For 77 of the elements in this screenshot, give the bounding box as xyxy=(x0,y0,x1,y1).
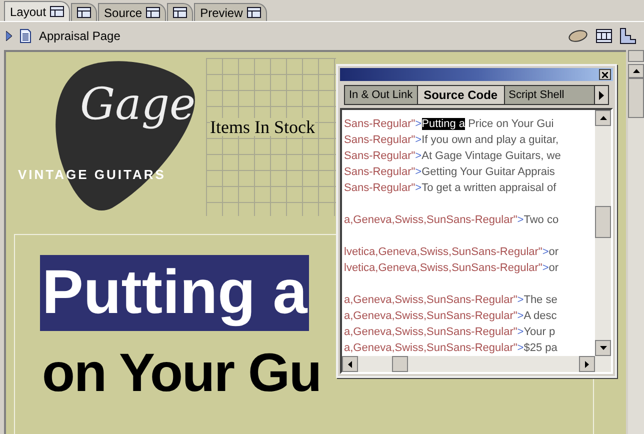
attribute-text: Sans-Regular" xyxy=(344,118,416,130)
view-icon xyxy=(50,6,64,17)
view-tab[interactable]: Preview xyxy=(194,3,267,21)
tag-bracket: > xyxy=(517,310,524,322)
selected-text: Putting a xyxy=(422,118,466,130)
view-icon xyxy=(246,7,261,18)
view-tab[interactable]: Layout xyxy=(4,1,70,21)
view-tab[interactable] xyxy=(71,3,98,21)
view-icon xyxy=(77,7,92,18)
tag-bracket: > xyxy=(517,342,524,354)
vertical-scrollbar[interactable] xyxy=(628,50,644,434)
content-text: Price on Your Gui xyxy=(467,118,554,130)
palette-tab[interactable]: In & Out Link xyxy=(345,86,417,104)
up-arrow-icon[interactable] xyxy=(600,116,606,120)
expand-triangle-icon[interactable] xyxy=(6,31,12,41)
stair-chart-icon[interactable] xyxy=(620,28,636,44)
attribute-text: Sans-Regular" xyxy=(344,166,416,178)
tag-bracket: > xyxy=(415,182,422,194)
table-grid-icon[interactable] xyxy=(596,29,612,43)
content-text: or xyxy=(548,262,559,274)
content-text: Getting Your Guitar Apprais xyxy=(422,166,555,178)
content-text: Two co xyxy=(524,214,559,226)
code-horizontal-scrollbar[interactable] xyxy=(342,356,611,372)
attribute-text: lvetica,Geneva,Swiss,SunSans-Regular" xyxy=(344,262,542,274)
palette-title-bar[interactable] xyxy=(340,68,613,81)
tag-bracket: > xyxy=(415,134,422,146)
close-icon xyxy=(602,72,608,78)
attribute-text: Sans-Regular" xyxy=(344,182,416,194)
headline-text: Putting a xyxy=(40,255,310,331)
tag-bracket: > xyxy=(517,294,524,306)
content-text: or xyxy=(548,246,559,258)
attribute-text: lvetica,Geneva,Swiss,SunSans-Regular" xyxy=(344,246,542,258)
scroll-thumb[interactable] xyxy=(392,356,408,372)
content-text: The se xyxy=(524,294,558,306)
palette-tab[interactable]: Source Code xyxy=(416,86,505,104)
view-icon xyxy=(146,7,160,18)
page-icon xyxy=(20,29,31,43)
content-text: A desc xyxy=(524,310,557,322)
right-arrow-icon xyxy=(599,90,604,100)
up-arrow-icon[interactable] xyxy=(632,69,640,73)
view-tab[interactable]: Source xyxy=(98,3,166,21)
page-title: Appraisal Page xyxy=(39,28,120,45)
tab-scroll-button[interactable] xyxy=(594,86,608,104)
palette-tab[interactable]: Script Shell xyxy=(504,86,568,104)
attribute-text: Sans-Regular" xyxy=(344,134,416,146)
scroll-thumb[interactable] xyxy=(595,206,611,238)
content-text: To get a written appraisal of xyxy=(422,182,556,194)
close-button[interactable] xyxy=(599,69,611,80)
content-text: At Gage Vintage Guitars, we xyxy=(422,150,561,162)
attribute-text: a,Geneva,Swiss,SunSans-Regular" xyxy=(344,214,518,226)
lozenge-icon[interactable] xyxy=(568,30,588,42)
view-icon xyxy=(173,7,188,18)
right-arrow-icon[interactable] xyxy=(585,360,589,368)
attribute-text: a,Geneva,Swiss,SunSans-Regular" xyxy=(344,342,518,354)
tag-bracket: > xyxy=(415,166,422,178)
tag-bracket: > xyxy=(415,118,422,130)
code-vertical-scrollbar[interactable] xyxy=(595,110,611,356)
content-text: If you own and play a guitar, xyxy=(422,134,559,146)
scroll-thumb[interactable] xyxy=(628,78,644,118)
nav-heading[interactable]: Items In Stock xyxy=(210,118,315,136)
content-text: Your p xyxy=(524,326,556,338)
down-arrow-icon[interactable] xyxy=(600,346,606,350)
view-tab[interactable] xyxy=(167,3,194,21)
logo-script-text: Gage xyxy=(80,83,196,127)
attribute-text: Sans-Regular" xyxy=(344,150,416,162)
left-arrow-icon[interactable] xyxy=(348,360,352,368)
headline-text: on Your Gu xyxy=(41,342,322,405)
tag-bracket: > xyxy=(517,326,524,338)
tag-bracket: > xyxy=(542,246,549,258)
attribute-text: a,Geneva,Swiss,SunSans-Regular" xyxy=(344,310,518,322)
tag-bracket: > xyxy=(415,150,422,162)
tag-bracket: > xyxy=(517,214,524,226)
scrollbar-corner-button[interactable] xyxy=(628,50,644,62)
tag-bracket: > xyxy=(542,262,549,274)
attribute-text: a,Geneva,Swiss,SunSans-Regular" xyxy=(344,294,518,306)
attribute-text: a,Geneva,Swiss,SunSans-Regular" xyxy=(344,326,518,338)
content-text: $25 pa xyxy=(524,342,558,354)
